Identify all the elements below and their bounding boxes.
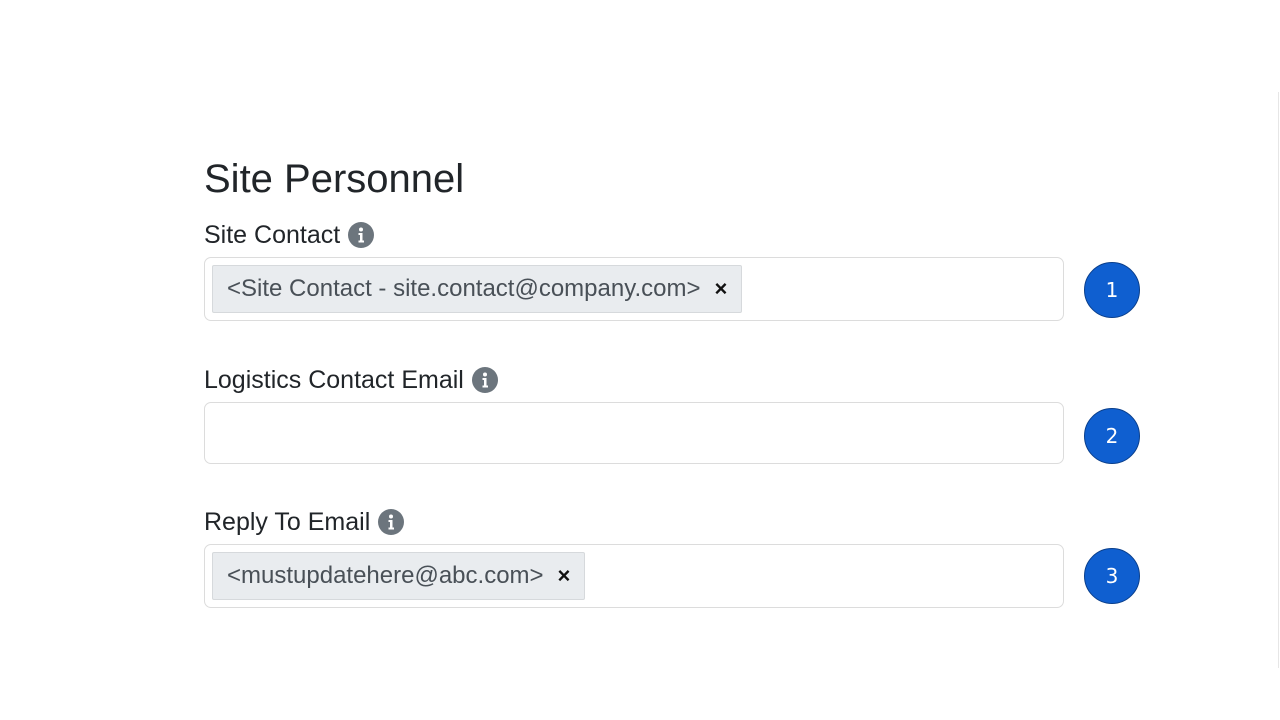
step-badge-3: 3	[1084, 548, 1140, 604]
info-icon[interactable]	[471, 367, 498, 393]
site-contact-label-row: Site Contact	[204, 220, 375, 250]
site-contact-field[interactable]: <Site Contact - site.contact@company.com…	[204, 257, 1064, 321]
logistics-contact-email-field[interactable]	[204, 402, 1064, 464]
logistics-contact-label: Logistics Contact Email	[204, 366, 464, 394]
section-title: Site Personnel	[204, 157, 465, 201]
site-contact-tag: <Site Contact - site.contact@company.com…	[212, 265, 743, 313]
reply-to-email-tag-label: <mustupdatehere@abc.com>	[227, 562, 544, 589]
site-personnel-page: Site Personnel Site Contact <Site Contac…	[0, 0, 1280, 720]
reply-to-email-label: Reply To Email	[204, 508, 371, 536]
info-icon[interactable]	[348, 222, 375, 248]
step-badge-2: 2	[1084, 408, 1140, 464]
remove-tag-icon[interactable]: ×	[558, 565, 571, 587]
reply-to-label-row: Reply To Email	[204, 507, 405, 537]
remove-tag-icon[interactable]: ×	[714, 278, 727, 300]
reply-to-email-field[interactable]: <mustupdatehere@abc.com> ×	[204, 544, 1064, 608]
panel-edge-divider	[1278, 92, 1279, 668]
info-icon[interactable]	[378, 509, 405, 535]
site-contact-tag-label: <Site Contact - site.contact@company.com…	[227, 275, 701, 302]
step-badge-1: 1	[1084, 262, 1140, 318]
site-contact-label: Site Contact	[204, 221, 341, 249]
reply-to-email-tag: <mustupdatehere@abc.com> ×	[212, 552, 586, 600]
logistics-contact-label-row: Logistics Contact Email	[204, 365, 498, 395]
